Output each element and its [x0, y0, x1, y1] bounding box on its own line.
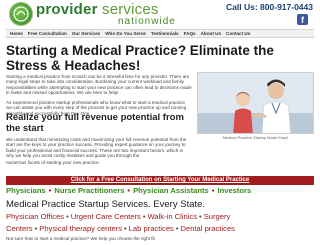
specialty-nurse-practitioners[interactable]: Nurse Practitioners	[54, 186, 124, 195]
logo-icon[interactable]	[9, 2, 33, 26]
page-headline: Starting a Medical Practice? Eliminate t…	[6, 43, 274, 73]
nav-item-about-us[interactable]: About Us	[201, 31, 221, 36]
page: provider services nationwide Call Us: 80…	[0, 0, 320, 245]
service-link-physical-therapy[interactable]: Physical therapy centers	[39, 224, 122, 233]
startup-links-row-2: Centers • Physical therapy centers • Lab pra…	[6, 224, 314, 233]
service-link-physician-offices[interactable]: Physician Offices	[6, 212, 64, 221]
free-consultation-cta[interactable]: Click for a Free Consultation on Startin…	[6, 176, 314, 185]
startup-links-row-1: Physician Offices • Urgent Care Centers • Wa…	[6, 212, 314, 221]
nav-item-our-services[interactable]: Our Services	[72, 31, 100, 36]
startup-footnote: Not sure how to start a medical practice…	[6, 236, 155, 241]
call-us-phone[interactable]: Call Us: 800-917-0443	[226, 2, 313, 12]
specialties-row: Physicians • Nurse Practitioners • Physician…	[6, 186, 314, 195]
revenue-subheading: Realize your full revenue potential from…	[6, 112, 184, 134]
service-link-lab-practices[interactable]: Lab practices	[129, 224, 174, 233]
service-link-surgery[interactable]: Surgery	[204, 212, 231, 221]
main-nav: Home Free Consultation Our Services Who …	[6, 29, 314, 38]
revenue-paragraph: We understand that minimizing costs and …	[6, 137, 187, 158]
photo-caption: Medical Practice Startup Made Easy!	[222, 135, 289, 140]
doctor-child-photo	[197, 72, 314, 134]
logo-word-nationwide: nationwide	[118, 16, 176, 27]
separator-dot: •	[124, 224, 127, 233]
separator-dot: •	[142, 212, 146, 221]
service-link-urgent-care[interactable]: Urgent Care Centers	[71, 212, 141, 221]
service-link-walk-in-clinics[interactable]: Walk-in Clinics	[148, 212, 198, 221]
site-header: provider services nationwide Call Us: 80…	[0, 0, 320, 30]
specialty-physicians[interactable]: Physicians	[6, 186, 46, 195]
nav-item-contact-us[interactable]: Contact Us	[226, 31, 250, 36]
service-link-centers[interactable]: Centers	[6, 224, 33, 233]
nav-item-home[interactable]: Home	[10, 31, 23, 36]
separator-dot: •	[127, 186, 131, 195]
startup-services-heading: Medical Practice Startup Services. Every…	[6, 199, 206, 210]
nav-item-free-consultation[interactable]: Free Consultation	[28, 31, 67, 36]
separator-dot: •	[66, 212, 69, 221]
nav-item-faqs[interactable]: FAQs	[184, 31, 196, 36]
specialty-physician-assistants[interactable]: Physician Assistants	[133, 186, 209, 195]
specialty-investors[interactable]: Investors	[217, 186, 251, 195]
separator-dot: •	[199, 212, 202, 221]
service-link-dental-practices[interactable]: Dental practices	[181, 224, 235, 233]
separator-dot: •	[175, 224, 179, 233]
facebook-icon[interactable]: f	[297, 14, 308, 25]
logo-word-provider: provider	[36, 1, 98, 18]
revenue-paragraph-end: numerous facets of starting your new pra…	[6, 160, 100, 165]
nav-item-who-do-you-serve[interactable]: Who Do You Serve	[105, 31, 146, 36]
intro-paragraph: Starting a medical practice from scratch…	[6, 74, 192, 95]
nav-item-testimonials[interactable]: Testimonials	[151, 31, 179, 36]
